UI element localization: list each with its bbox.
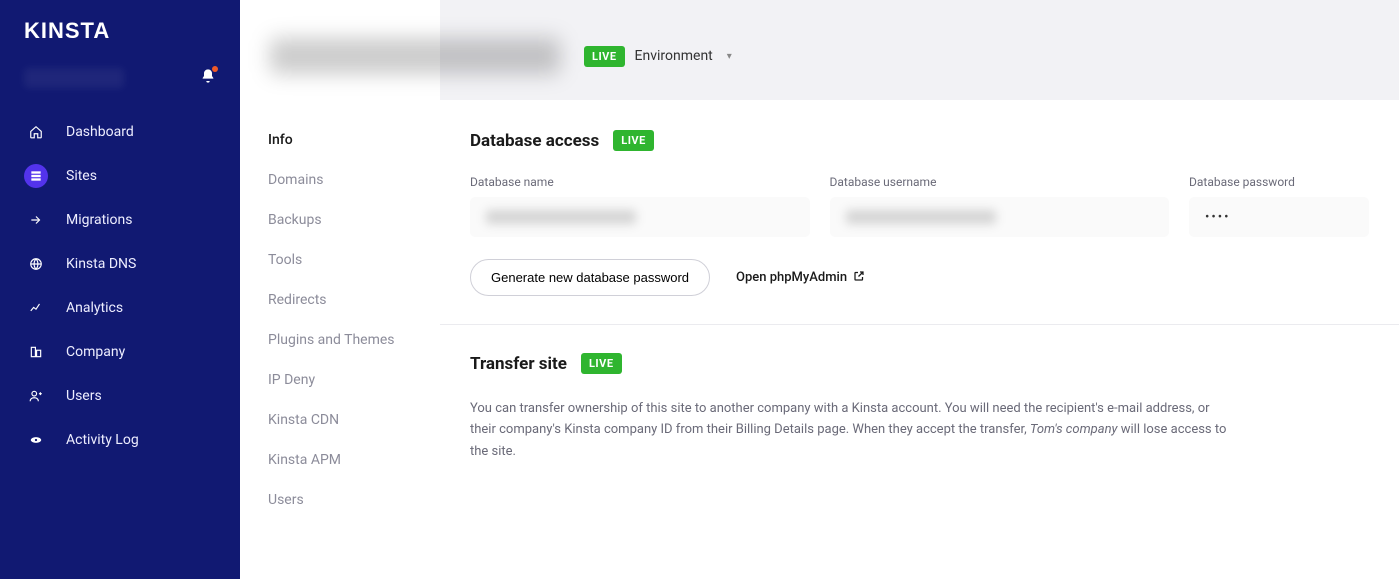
nav-label: Analytics [66, 300, 123, 316]
dns-icon [24, 252, 48, 276]
chevron-down-icon: ▾ [727, 51, 732, 62]
nav-label: Migrations [66, 212, 133, 228]
notifications-icon[interactable] [200, 68, 216, 88]
external-link-icon [853, 270, 865, 285]
nav-label: Company [66, 344, 125, 360]
nav-label: Sites [66, 168, 97, 184]
home-icon [24, 120, 48, 144]
user-row [0, 58, 240, 110]
subnav-ipdeny[interactable]: IP Deny [240, 360, 440, 400]
nav-analytics[interactable]: Analytics [0, 286, 240, 330]
subnav-apm[interactable]: Kinsta APM [240, 440, 440, 480]
site-subnav: Info Domains Backups Tools Redirects Plu… [240, 120, 440, 520]
db-title: Database access [470, 131, 599, 151]
environment-label: Environment [635, 48, 713, 64]
subnav-info[interactable]: Info [240, 120, 440, 160]
company-icon [24, 340, 48, 364]
nav-migrations[interactable]: Migrations [0, 198, 240, 242]
nav-label: Kinsta DNS [66, 256, 136, 272]
open-phpmyadmin-link[interactable]: Open phpMyAdmin [736, 270, 865, 285]
db-actions: Generate new database password Open phpM… [470, 259, 1369, 296]
nav-label: Activity Log [66, 432, 139, 448]
activity-icon [24, 428, 48, 452]
brand-logo: KINSTA [0, 18, 240, 58]
subnav-users[interactable]: Users [240, 480, 440, 520]
db-section-head: Database access LIVE [470, 130, 1369, 151]
environment-selector[interactable]: LIVE Environment ▾ [584, 46, 732, 67]
transfer-title: Transfer site [470, 354, 567, 374]
db-name-value[interactable] [470, 197, 810, 237]
db-name-field: Database name [470, 175, 810, 237]
nav-label: Dashboard [66, 124, 134, 140]
db-username-value[interactable] [830, 197, 1170, 237]
generate-password-button[interactable]: Generate new database password [470, 259, 710, 296]
main-sidebar: KINSTA Dashboard Sites Migrations Kinsta… [0, 0, 240, 579]
db-password-label: Database password [1189, 175, 1369, 189]
live-badge: LIVE [581, 353, 622, 374]
db-row: Database name Database username Database… [470, 175, 1369, 237]
analytics-icon [24, 296, 48, 320]
nav-sites[interactable]: Sites [0, 154, 240, 198]
nav-dashboard[interactable]: Dashboard [0, 110, 240, 154]
transfer-description: You can transfer ownership of this site … [470, 398, 1230, 462]
nav-company[interactable]: Company [0, 330, 240, 374]
page-header: LIVE Environment ▾ [270, 8, 762, 98]
db-username-label: Database username [830, 175, 1170, 189]
db-password-value[interactable]: •••• [1189, 197, 1369, 237]
db-password-field: Database password •••• [1189, 175, 1369, 237]
migrations-icon [24, 208, 48, 232]
site-title-placeholder [270, 38, 560, 74]
live-badge: LIVE [584, 46, 625, 67]
user-name-placeholder [24, 68, 124, 88]
live-badge: LIVE [613, 130, 654, 151]
subnav-plugins[interactable]: Plugins and Themes [240, 320, 440, 360]
subnav-tools[interactable]: Tools [240, 240, 440, 280]
main-nav: Dashboard Sites Migrations Kinsta DNS An… [0, 110, 240, 462]
nav-users[interactable]: Users [0, 374, 240, 418]
content: LIVE Environment ▾ Database access LIVE … [440, 0, 1399, 579]
users-icon [24, 384, 48, 408]
db-name-label: Database name [470, 175, 810, 189]
transfer-company-name: Tom's company [1030, 422, 1118, 437]
nav-label: Users [66, 388, 102, 404]
nav-dns[interactable]: Kinsta DNS [0, 242, 240, 286]
transfer-section-head: Transfer site LIVE [470, 353, 1369, 374]
subnav-redirects[interactable]: Redirects [240, 280, 440, 320]
nav-activity[interactable]: Activity Log [0, 418, 240, 462]
subnav-domains[interactable]: Domains [240, 160, 440, 200]
open-phpmyadmin-label: Open phpMyAdmin [736, 270, 847, 285]
sites-icon [24, 164, 48, 188]
panel: Database access LIVE Database name Datab… [440, 100, 1399, 579]
db-username-field: Database username [830, 175, 1170, 237]
subnav-cdn[interactable]: Kinsta CDN [240, 400, 440, 440]
divider [440, 324, 1399, 325]
subnav-backups[interactable]: Backups [240, 200, 440, 240]
